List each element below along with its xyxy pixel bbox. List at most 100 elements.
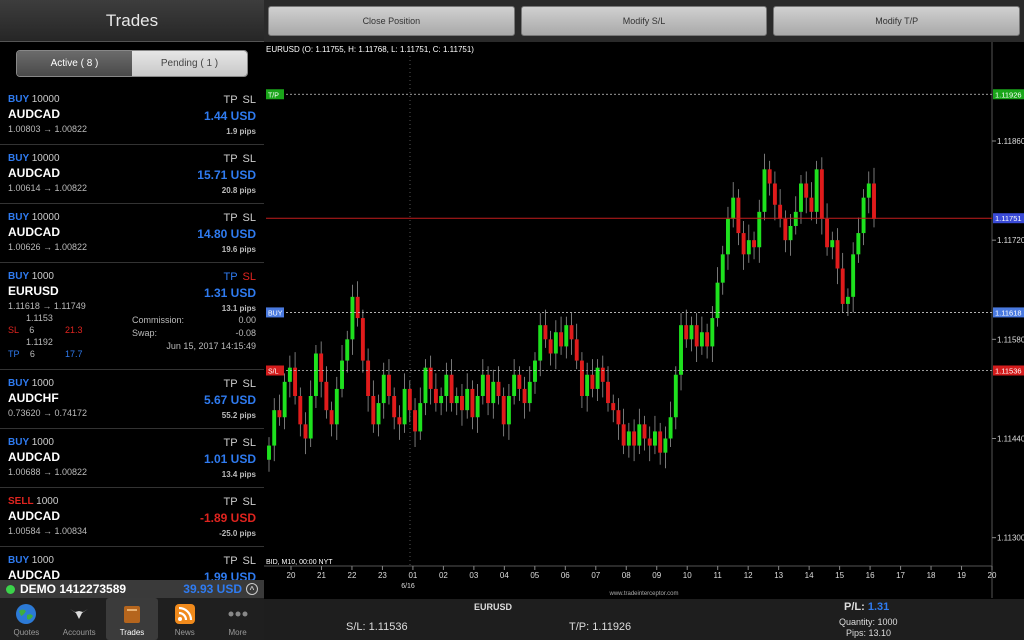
candle-body [543, 325, 547, 339]
sl-label[interactable]: SL [243, 437, 256, 449]
candle-body [721, 254, 725, 282]
tab-more[interactable]: More [211, 598, 264, 640]
candle-body [554, 332, 558, 353]
x-tick-label: 09 [652, 571, 661, 580]
candle-body [497, 382, 501, 396]
tab-trades[interactable]: Trades [106, 598, 159, 640]
price-chart[interactable]: EURUSD (O: 1.11755, H: 1.11768, L: 1.117… [264, 42, 1024, 599]
trade-pips: 55.2 pips [222, 411, 256, 420]
trade-price-range: 1.00614 → 1.00822 [8, 183, 256, 193]
modify-sl-button[interactable]: Modify S/L [521, 6, 768, 36]
x-tick-label: 22 [348, 571, 357, 580]
y-tick-label: 1.11860 [997, 137, 1024, 146]
sl-label[interactable]: SL [243, 378, 256, 390]
tp-label[interactable]: TP [223, 94, 237, 106]
candle-body [841, 269, 845, 304]
tp-label[interactable]: TP [223, 555, 237, 567]
tp-label[interactable]: TP [223, 271, 237, 283]
trade-price-range: 1.00626 → 1.00822 [8, 242, 256, 252]
candle-body [851, 254, 855, 296]
candle-body [710, 318, 714, 346]
tab-label: Trades [120, 628, 145, 637]
sl-label[interactable]: SL [243, 496, 256, 508]
sl-price-label: 1.11536 [995, 367, 1022, 376]
trade-row[interactable]: BUY 1000AUDCAD1.00688 → 1.00822TPSL1.01 … [0, 429, 264, 488]
candle-body [330, 410, 334, 424]
buy-price-label: 1.11618 [995, 308, 1022, 317]
trade-row[interactable]: BUY 1000AUDCADTPSL1.99 USD [0, 547, 264, 580]
candle-body [627, 431, 631, 445]
candle-body [663, 439, 667, 453]
tp-label[interactable]: TP [223, 212, 237, 224]
sl-label[interactable]: SL [243, 212, 256, 224]
trade-pl: 15.71 USD [197, 168, 256, 182]
candle-body [512, 375, 516, 396]
sl-label[interactable]: SL [243, 271, 256, 283]
chevron-up-icon[interactable]: ^ [246, 583, 258, 595]
tab-quotes[interactable]: Quotes [0, 598, 53, 640]
candle-body [783, 219, 787, 240]
x-tick-label: 03 [469, 571, 478, 580]
tab-label: Accounts [63, 628, 96, 637]
candle-body [387, 375, 391, 396]
trade-tp-sl: TP SL [218, 94, 256, 106]
candle-body [366, 361, 370, 396]
candle-body [350, 297, 354, 340]
account-bar[interactable]: DEMO 1412273589 39.93 USD ^ [0, 580, 264, 598]
sl-label[interactable]: SL [243, 555, 256, 567]
tab-active-trades[interactable]: Active ( 8 ) [17, 51, 132, 76]
trade-tp-sl: TP SL [218, 378, 256, 390]
candle-body [846, 297, 850, 304]
candle-body [408, 389, 412, 410]
candle-body [674, 375, 678, 418]
position-pl: P/L: 1.31 [844, 601, 889, 613]
modify-tp-button[interactable]: Modify T/P [773, 6, 1020, 36]
candle-body [585, 375, 589, 396]
candle-body [622, 424, 626, 445]
tp-label[interactable]: TP [223, 153, 237, 165]
trade-row[interactable]: BUY 1000AUDCHF0.73620 → 0.74172TPSL5.67 … [0, 370, 264, 429]
x-tick-label: 08 [622, 571, 631, 580]
tab-accounts[interactable]: Accounts [53, 598, 106, 640]
trade-row[interactable]: BUY 10000AUDCAD1.00614 → 1.00822TPSL15.7… [0, 145, 264, 204]
trade-pl: -1.89 USD [200, 511, 256, 525]
sl-label[interactable]: SL [243, 94, 256, 106]
sl-label[interactable]: SL [243, 153, 256, 165]
tp-label[interactable]: TP [223, 378, 237, 390]
x-tick-label: 04 [500, 571, 509, 580]
tp-label[interactable]: TP [223, 496, 237, 508]
y-tick-label: 1.11440 [997, 435, 1024, 444]
x-tick-label: 23 [378, 571, 387, 580]
trade-pl: 1.44 USD [204, 109, 256, 123]
candle-body [533, 361, 537, 382]
trade-row[interactable]: SELL 1000AUDCAD1.00584 → 1.00834TPSL-1.8… [0, 488, 264, 547]
trade-row[interactable]: BUY 10000AUDCAD1.00803 → 1.00822TPSL1.44… [0, 86, 264, 145]
trade-row[interactable]: BUY 1000EURUSD1.11618 → 1.11749TPSL1.31 … [0, 263, 264, 370]
candle-body [277, 410, 281, 417]
candle-body [455, 396, 459, 403]
close-position-button[interactable]: Close Position [268, 6, 515, 36]
tp-price-label: 1.11926 [995, 90, 1022, 99]
tp-price: 1.1192 [26, 337, 53, 347]
candle-body [434, 389, 438, 403]
trade-amount: 1000 [32, 437, 54, 448]
trade-tp-sl: TP SL [218, 496, 256, 508]
buy-marker-label: BUY [268, 310, 283, 317]
candle-body [298, 396, 302, 424]
tab-pending-trades[interactable]: Pending ( 1 ) [132, 51, 247, 76]
candle-body [580, 361, 584, 396]
candle-body [773, 184, 777, 205]
tp-label[interactable]: TP [223, 437, 237, 449]
account-name: DEMO 1412273589 [20, 582, 126, 596]
candle-body [413, 410, 417, 431]
chart-canvas[interactable]: EURUSD (O: 1.11755, H: 1.11768, L: 1.117… [264, 42, 1024, 599]
candle-body [319, 354, 323, 382]
watermark: www.tradeinterceptor.com [608, 591, 678, 597]
candle-body [669, 417, 673, 438]
tab-news[interactable]: News [158, 598, 211, 640]
trade-row[interactable]: BUY 10000AUDCAD1.00626 → 1.00822TPSL14.8… [0, 204, 264, 263]
candle-body [382, 375, 386, 403]
trade-pips: 20.8 pips [222, 186, 256, 195]
candle-body [736, 198, 740, 233]
candle-body [825, 219, 829, 247]
